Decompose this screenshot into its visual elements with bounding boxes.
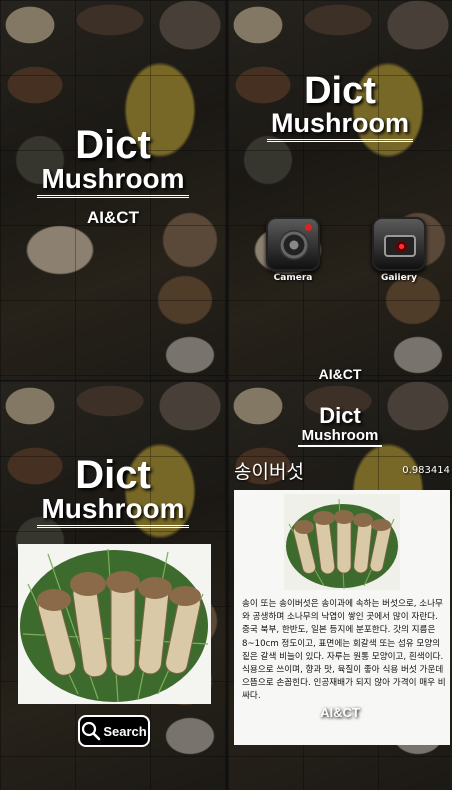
- matsutake-photo: [20, 548, 209, 703]
- search-screen: Dict Mushroom Search: [0, 381, 226, 790]
- camera-icon: [266, 217, 320, 271]
- search-icon: [82, 721, 101, 741]
- gallery-icon: [372, 217, 426, 271]
- search-label: Search: [103, 723, 147, 739]
- app-logo: Dict Mushroom: [0, 125, 226, 198]
- result-description: 송이 또는 송이버섯은 송이과에 속하는 버섯으로, 소나무와 공생하며 소나무…: [242, 599, 446, 702]
- logo-line1: Dict: [304, 70, 376, 112]
- menu-screen: Dict Mushroom Camera Gallery AI&CT: [228, 0, 452, 380]
- result-footer: AI&CT: [320, 705, 360, 720]
- logo-line1: Dict: [319, 403, 361, 428]
- logo-line1: Dict: [75, 453, 151, 497]
- camera-label: Camera: [273, 273, 313, 283]
- result-screen: Dict Mushroom 송이버섯 0.983414 송이 또는 송이버섯은 …: [228, 381, 452, 790]
- matsutake-photo: [286, 498, 398, 590]
- app-logo: Dict Mushroom: [228, 72, 452, 142]
- gallery-label: Gallery: [380, 273, 418, 283]
- result-confidence-score: 0.983414: [402, 465, 450, 476]
- logo-line2: Mushroom: [267, 110, 413, 142]
- gallery-button[interactable]: Gallery: [368, 217, 430, 283]
- selected-image-preview: [18, 544, 211, 704]
- splash-subtitle: AI&CT: [87, 208, 139, 227]
- logo-line2: Mushroom: [37, 165, 189, 198]
- logo-line1: Dict: [75, 123, 151, 167]
- camera-button[interactable]: Camera: [262, 217, 324, 283]
- splash-screen: Dict Mushroom AI&CT: [0, 0, 226, 380]
- result-image: [284, 494, 400, 590]
- app-logo: Dict Mushroom: [228, 405, 452, 447]
- logo-line2: Mushroom: [297, 428, 383, 447]
- search-button[interactable]: Search: [78, 715, 150, 747]
- app-logo: Dict Mushroom: [0, 455, 226, 528]
- menu-footer: AI&CT: [318, 366, 362, 380]
- result-species-name: 송이버섯: [234, 461, 304, 483]
- mushroom-collage-background: [228, 0, 452, 380]
- logo-line2: Mushroom: [37, 495, 189, 528]
